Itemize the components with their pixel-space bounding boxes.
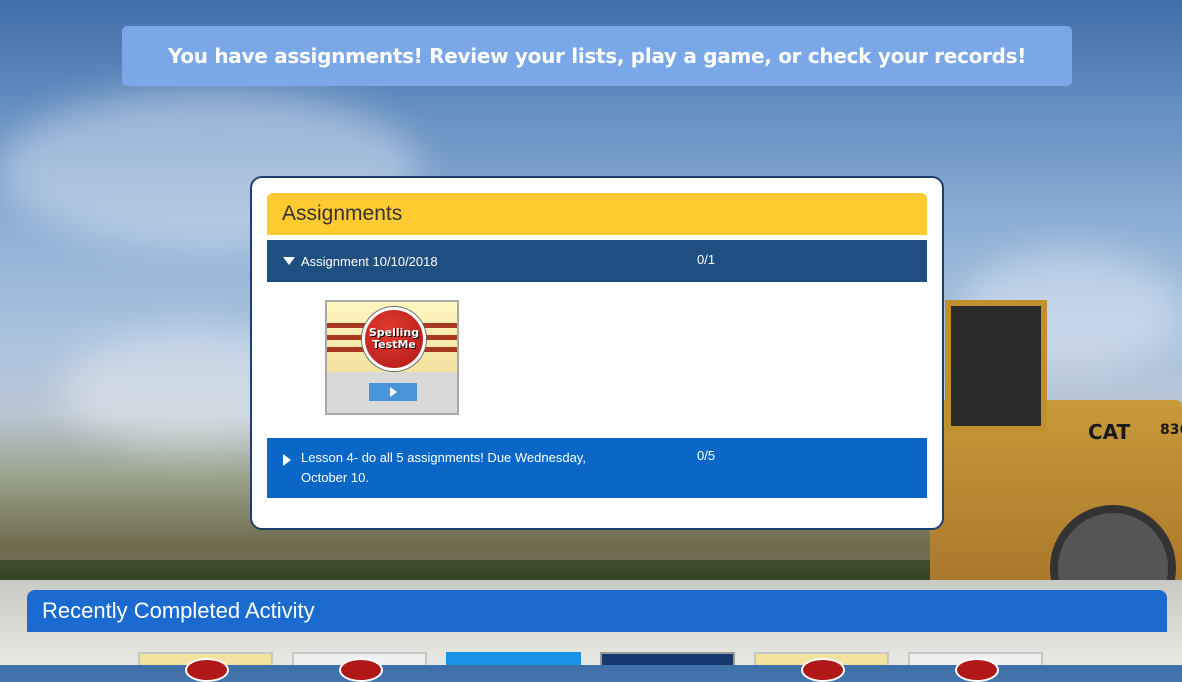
banner-text: You have assignments! Review your lists,… <box>167 44 1027 68</box>
assignment-group-score: 0/5 <box>697 448 716 463</box>
assignment-group-title: Lesson 4- do all 5 assignments! Due Wedn… <box>301 450 586 485</box>
game-artwork: Spelling TestMe <box>327 302 457 372</box>
game-logo-text: Spelling TestMe <box>368 326 420 351</box>
background-bulldozer-cab <box>945 300 1047 432</box>
assignment-group-row[interactable]: Assignment 10/10/2018 0/1 <box>267 240 927 282</box>
assignment-group-row[interactable]: Lesson 4- do all 5 assignments! Due Wedn… <box>267 438 927 498</box>
assignments-banner: You have assignments! Review your lists,… <box>122 26 1072 86</box>
background-machine-number: 836 <box>1160 422 1182 438</box>
recent-activity-tile[interactable] <box>600 652 735 665</box>
recent-activity-tile[interactable] <box>754 652 889 682</box>
play-button[interactable] <box>369 383 417 401</box>
recent-activity-tile[interactable] <box>446 652 581 665</box>
play-icon <box>389 387 397 397</box>
background-logo-text: CAT <box>1088 420 1131 444</box>
assignment-group-title: Assignment 10/10/2018 <box>301 254 438 269</box>
recent-activity-tile[interactable] <box>908 652 1043 682</box>
spelling-testme-logo: Spelling TestMe <box>362 307 426 371</box>
assignments-title: Assignments <box>282 202 403 225</box>
chevron-down-icon[interactable] <box>283 257 295 265</box>
recent-activity-tile[interactable] <box>138 652 273 682</box>
recent-activity-title: Recently Completed Activity <box>42 598 315 623</box>
spelling-testme-game-tile[interactable]: Spelling TestMe <box>325 300 459 415</box>
recent-activity-tile[interactable] <box>292 652 427 682</box>
chevron-right-icon[interactable] <box>283 454 291 466</box>
assignments-panel: Assignments Assignment 10/10/2018 0/1 Sp… <box>250 176 944 530</box>
assignment-group-score: 0/1 <box>697 252 716 267</box>
assignments-header: Assignments <box>267 193 927 235</box>
